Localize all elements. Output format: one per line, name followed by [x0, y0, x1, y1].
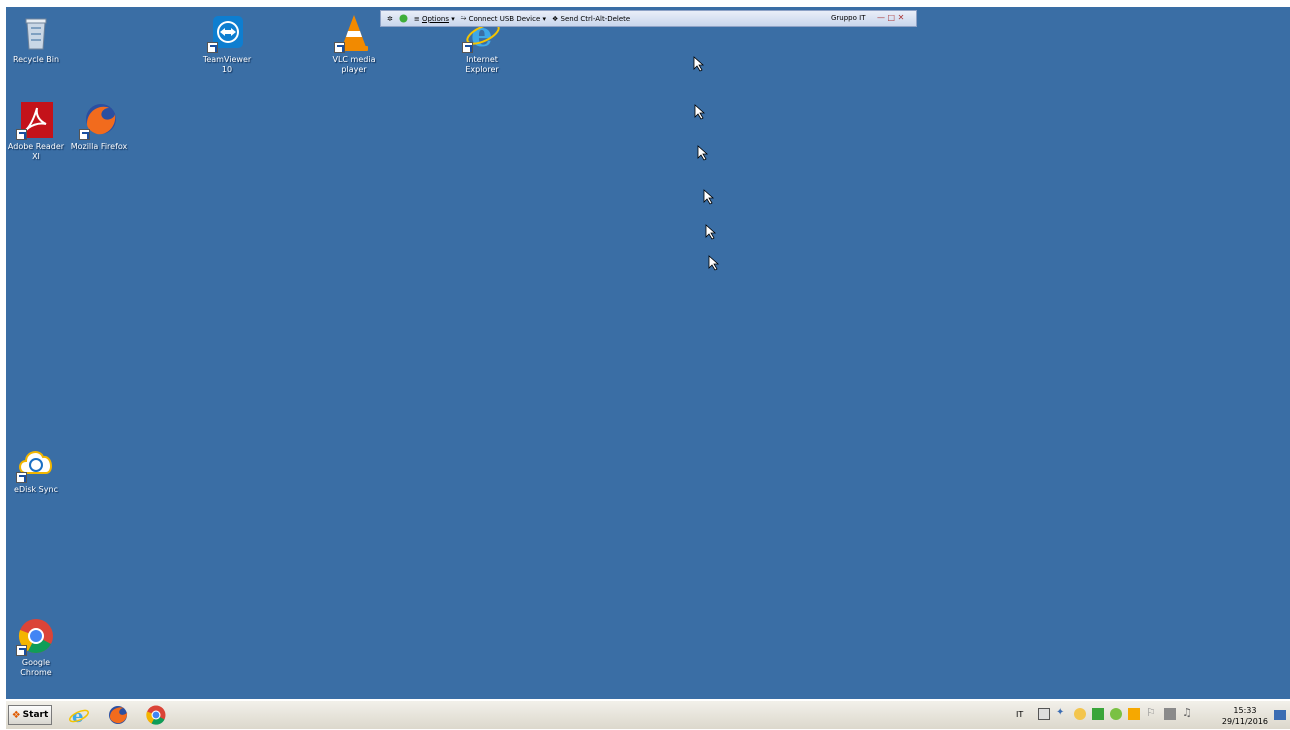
firefox-icon [79, 100, 119, 140]
shortcut-arrow-icon [462, 42, 473, 53]
mouse-cursor-icon [705, 224, 717, 240]
chrome-icon [146, 705, 166, 725]
desktop: Recycle Bin TeamViewer 10 VLC media play… [6, 7, 1290, 699]
mouse-cursor-icon [697, 145, 709, 161]
quicklaunch-chrome[interactable] [145, 704, 167, 726]
shortcut-arrow-icon [207, 42, 218, 53]
display-icon[interactable] [1038, 708, 1050, 720]
desktop-icon-label: Recycle Bin [12, 55, 60, 64]
desktop-icon-teamviewer[interactable]: TeamViewer 10 [196, 13, 258, 75]
device-icon[interactable] [1164, 708, 1176, 720]
start-label: Start [22, 710, 49, 720]
svg-text:e: e [72, 706, 83, 726]
start-button[interactable]: ❖ Start [8, 705, 52, 725]
mouse-cursor-icon [693, 56, 705, 72]
mouse-cursor-icon [694, 104, 706, 120]
usb-icon: ⭇ [460, 14, 469, 22]
quicklaunch-firefox[interactable] [107, 704, 129, 726]
desktop-icon-label: eDisk Sync [14, 485, 58, 494]
date-text: 29/11/2016 [1221, 717, 1268, 726]
desktop-icon-edisk-sync[interactable]: eDisk Sync [6, 443, 67, 495]
show-desktop-icon[interactable] [1274, 710, 1286, 720]
connect-usb-menu[interactable]: ⭇ Connect USB Device ▾ [461, 14, 546, 23]
send-ctrl-alt-delete-label: Send Ctrl-Alt-Delete [560, 14, 631, 23]
toolbar-window-controls[interactable]: — □ ✕ [877, 13, 904, 22]
desktop-icon-label: Mozilla Firefox [70, 142, 128, 151]
desktop-icon-label: Google Chrome [20, 658, 52, 677]
pin-icon[interactable]: ✲ [387, 15, 393, 23]
volume-icon[interactable]: ♫ [1182, 706, 1194, 719]
session-title: Gruppo IT [831, 14, 866, 22]
desktop-icon-label: Internet Explorer [465, 55, 499, 74]
action-center-flag-icon[interactable]: ⚐ [1146, 706, 1158, 719]
clock[interactable]: 15:33 29/11/2016 [1222, 705, 1268, 727]
vlc-icon [334, 13, 374, 53]
shortcut-arrow-icon [16, 129, 27, 140]
desktop-icon-label: TeamViewer 10 [202, 55, 252, 74]
windows-logo-icon: ❖ [11, 709, 21, 721]
recycle-bin-icon [16, 13, 56, 53]
network-icon[interactable]: ✦ [1056, 707, 1068, 719]
mouse-cursor-icon [703, 189, 715, 205]
firefox-icon [109, 706, 128, 724]
cloud-sync-icon [16, 443, 56, 483]
options-menu[interactable]: ≡ Options ▾ [414, 15, 455, 23]
system-tray: IT ✦ ⚐ ♫ 15:33 29/11/2016 [1008, 701, 1290, 730]
send-ctrl-alt-delete-button[interactable]: ❖ Send Ctrl-Alt-Delete [552, 15, 630, 23]
connection-status-icon [399, 14, 408, 23]
desktop-icon-firefox[interactable]: Mozilla Firefox [68, 100, 130, 152]
desktop-icon-label: Adobe Reader XI [7, 142, 65, 161]
teamviewer-tray-icon[interactable] [1092, 708, 1104, 720]
chrome-icon [16, 616, 56, 656]
remote-session-toolbar: ✲ ≡ Options ▾ ⭇ Connect USB Device ▾ ❖ S… [380, 10, 917, 27]
internet-explorer-icon: e [69, 706, 89, 727]
desktop-icon-recycle-bin[interactable]: Recycle Bin [6, 13, 67, 65]
mouse-cursor-icon [708, 255, 720, 271]
shortcut-arrow-icon [334, 42, 345, 53]
keys-icon: ❖ [552, 14, 561, 23]
desktop-icon-chrome[interactable]: Google Chrome [6, 616, 67, 678]
language-indicator[interactable]: IT [1016, 710, 1023, 719]
update-icon[interactable] [1074, 708, 1086, 720]
desktop-icon-label: VLC media player [332, 55, 376, 74]
shortcut-arrow-icon [16, 472, 27, 483]
adobe-reader-icon [16, 100, 56, 140]
security-icon[interactable] [1128, 708, 1140, 720]
time-text: 15:33 [1233, 706, 1257, 715]
teamviewer-icon [207, 13, 247, 53]
status-green-icon[interactable] [1110, 708, 1122, 720]
quicklaunch-internet-explorer[interactable]: e [68, 704, 90, 727]
connect-usb-label: Connect USB Device [468, 14, 541, 23]
menu-icon: ≡ [413, 14, 422, 23]
options-label: Options [421, 14, 449, 23]
shortcut-arrow-icon [16, 645, 27, 656]
shortcut-arrow-icon [79, 129, 90, 140]
taskbar: ❖ Start e IT ✦ ⚐ ♫ 15:33 29/11/2016 [6, 700, 1290, 729]
desktop-icon-vlc[interactable]: VLC media player [323, 13, 385, 75]
desktop-icon-adobe-reader[interactable]: Adobe Reader XI [6, 100, 67, 162]
